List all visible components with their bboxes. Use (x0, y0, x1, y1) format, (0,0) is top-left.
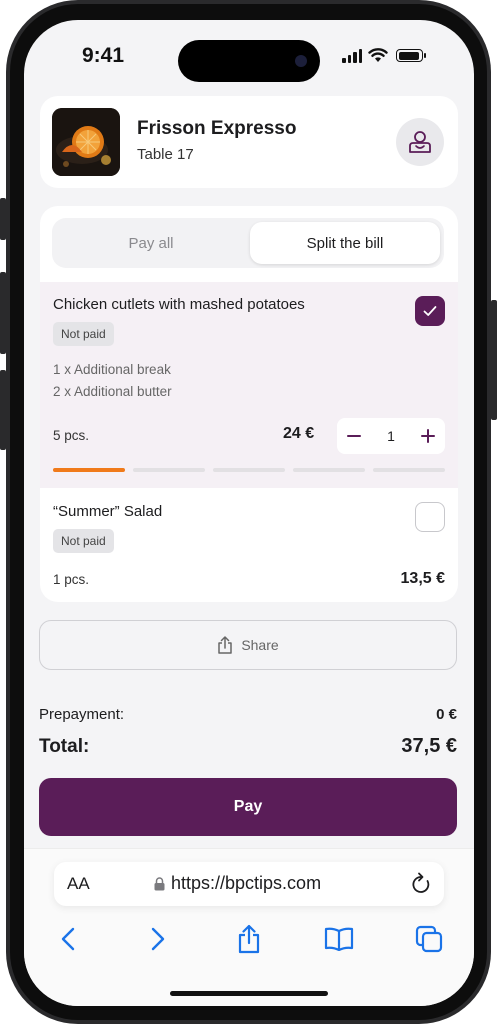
wifi-icon (368, 48, 388, 62)
restaurant-name: Frisson Expresso (137, 118, 297, 139)
forward-button[interactable] (142, 923, 174, 955)
tab-pay-all[interactable]: Pay all (56, 222, 246, 264)
progress-segment (213, 468, 285, 472)
browser-toolbar (24, 915, 474, 961)
cellular-signal-icon (342, 48, 362, 63)
side-button-silent (0, 198, 6, 240)
tabs-button[interactable] (413, 923, 445, 955)
pay-button[interactable]: Pay (39, 778, 457, 836)
minus-icon (347, 435, 361, 437)
book-icon (324, 927, 354, 951)
restaurant-card: Frisson Expresso Table 17 (40, 96, 458, 188)
lock-icon (154, 876, 165, 890)
bill-item[interactable]: Chicken cutlets with mashed potatoes Not… (40, 282, 458, 488)
status-badge: Not paid (53, 529, 114, 553)
back-button[interactable] (52, 923, 84, 955)
progress-segment (293, 468, 365, 472)
table-number: Table 17 (137, 146, 194, 163)
plus-icon (421, 429, 435, 443)
bill-item[interactable]: “Summer” Salad Not paid 1 pcs. 13,5 € (40, 488, 458, 602)
item-modifier: 2 x Additional butter (53, 384, 172, 399)
total-label: Total: (39, 736, 90, 757)
share-label: Share (241, 637, 279, 653)
browser-bar: AA https://bpctips.com (24, 848, 474, 1006)
item-name: Chicken cutlets with mashed potatoes (53, 296, 305, 313)
decrement-button[interactable] (337, 418, 371, 454)
chevron-left-icon (61, 927, 75, 951)
share-button[interactable]: Share (39, 620, 457, 670)
status-badge: Not paid (53, 322, 114, 346)
chevron-right-icon (151, 927, 165, 951)
reload-icon (412, 872, 430, 893)
item-checkbox[interactable] (415, 502, 445, 532)
item-quantity: 5 pcs. (53, 428, 90, 443)
stepper-value: 1 (387, 428, 395, 444)
quantity-stepper: 1 (337, 418, 445, 454)
item-price: 13,5 € (400, 570, 445, 587)
progress-segment (373, 468, 445, 472)
status-icons (342, 48, 426, 63)
share-icon (218, 636, 233, 654)
aa-label: AA (67, 874, 90, 893)
progress-segment (133, 468, 205, 472)
increment-button[interactable] (411, 418, 445, 454)
tab-split-bill[interactable]: Split the bill (250, 222, 440, 264)
bill-card: Pay all Split the bill Chicken cutlets w… (40, 206, 458, 602)
split-progress (53, 468, 445, 472)
side-button-volume-up (0, 272, 6, 354)
share-icon (238, 924, 260, 954)
dynamic-island (178, 40, 320, 82)
reader-settings-button[interactable]: AA (67, 874, 90, 894)
item-quantity: 1 pcs. (53, 572, 90, 587)
side-button-power (491, 300, 497, 420)
reload-button[interactable] (410, 872, 432, 901)
profile-button[interactable] (396, 118, 444, 166)
restaurant-logo (52, 108, 120, 176)
prepayment-value: 0 € (436, 706, 457, 723)
user-icon (409, 131, 431, 153)
status-time: 9:41 (82, 44, 125, 67)
screen: 9:41 Frisson Expresso Table 17 Pay all S… (24, 20, 474, 1006)
address-bar[interactable]: AA https://bpctips.com (54, 862, 444, 906)
battery-icon (396, 49, 426, 62)
total-value: 37,5 € (401, 735, 457, 757)
checkmark-icon (423, 306, 437, 316)
home-indicator (170, 991, 328, 996)
camera-dot (295, 55, 307, 67)
side-button-volume-down (0, 370, 6, 450)
tabs-icon (415, 925, 443, 953)
item-name: “Summer” Salad (53, 503, 163, 520)
item-price: 24 € (283, 425, 315, 442)
url-field[interactable]: https://bpctips.com (154, 873, 321, 894)
item-checkbox[interactable] (415, 296, 445, 326)
bookmarks-button[interactable] (323, 923, 355, 955)
share-page-button[interactable] (233, 923, 265, 955)
item-modifier: 1 x Additional break (53, 362, 171, 377)
prepayment-label: Prepayment: (39, 706, 125, 723)
payment-mode-segmented-control: Pay all Split the bill (52, 218, 444, 268)
progress-segment (53, 468, 125, 472)
url-text: https://bpctips.com (171, 873, 322, 893)
